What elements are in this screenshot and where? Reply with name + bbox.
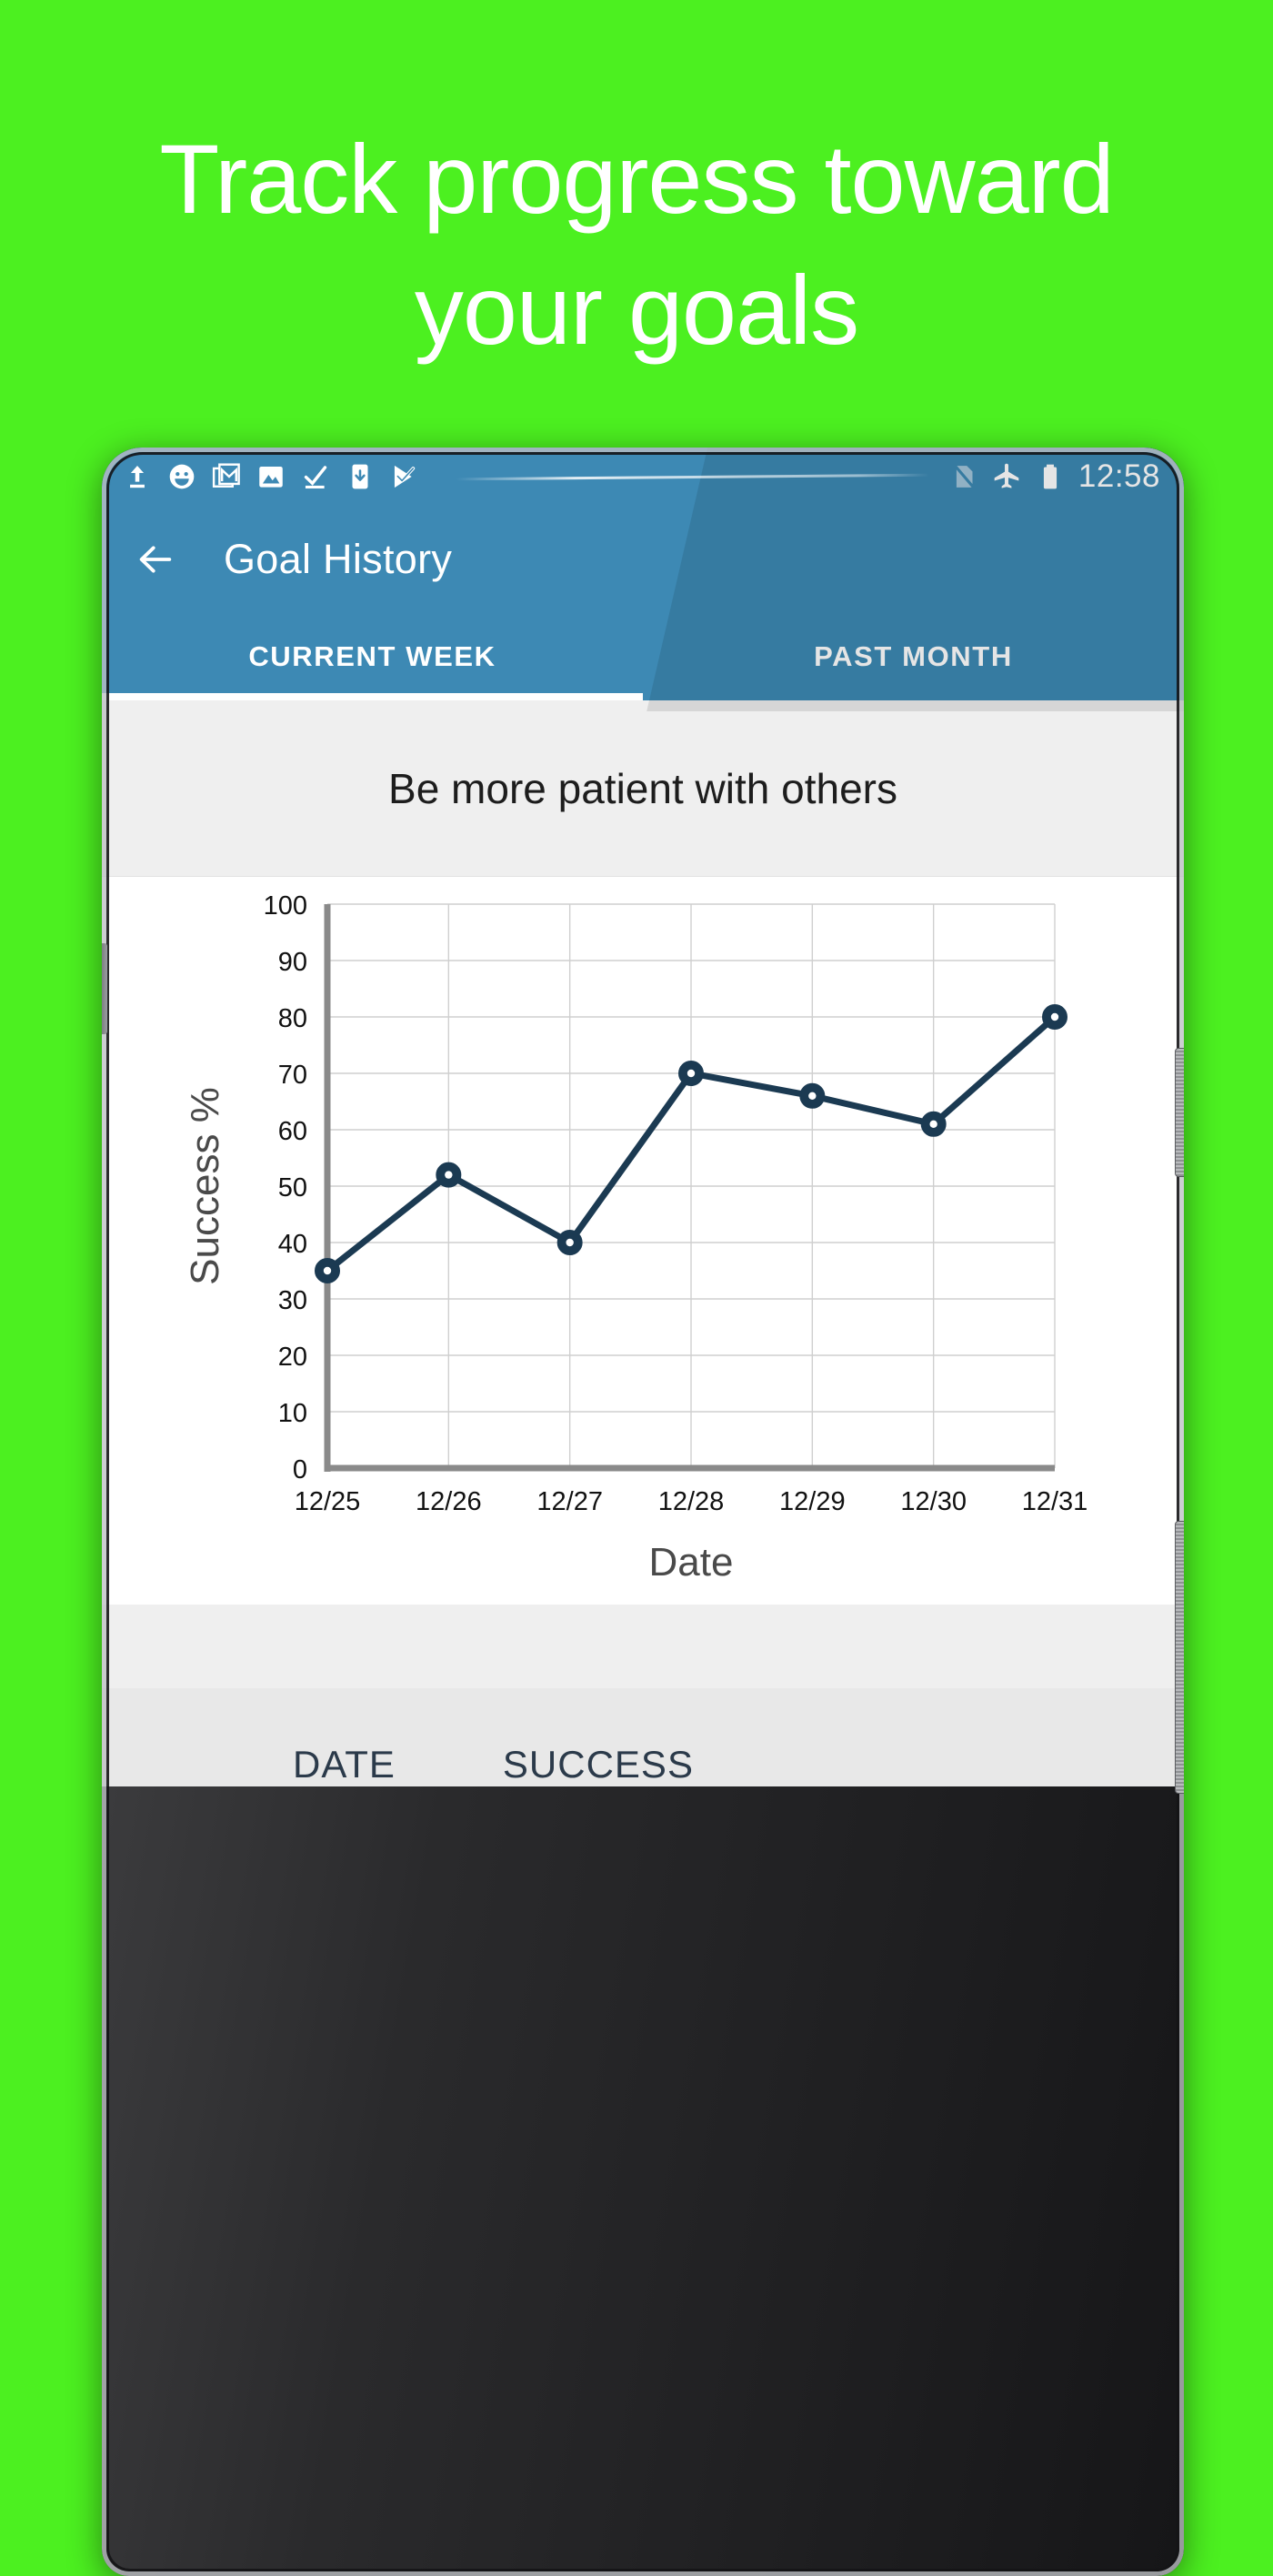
battery-icon (1043, 464, 1057, 489)
phone-mockup: 12:58 Goal History CURRENT WEEK PAST MON… (102, 448, 1184, 2576)
y-axis-tick-label: 60 (278, 1117, 307, 1146)
x-axis-tick-label: 12/27 (536, 1487, 603, 1516)
data-point-marker-center (687, 1069, 696, 1078)
y-axis-tick-label: 50 (278, 1173, 307, 1202)
data-point-marker-center (323, 1266, 332, 1275)
app-bar: Goal History (102, 506, 1184, 613)
gmail-icon (212, 463, 240, 488)
x-axis-tick-label: 12/31 (1022, 1487, 1088, 1516)
tab-content: Be more patient with others 0 10 20 30 40 50 6… (102, 700, 1184, 1786)
y-axis-tick-label: 80 (278, 1004, 307, 1033)
volume-rocker-button[interactable] (1175, 1521, 1184, 1794)
emoji-face-icon (169, 464, 195, 489)
status-bar-notification-icons (122, 461, 420, 492)
success-chart-card: 0 10 20 30 40 50 60 70 80 90 100 12/25 12/26 12/27 12/… (102, 877, 1184, 1605)
checkmark-underline-icon (304, 466, 327, 489)
photo-icon (259, 466, 283, 488)
goal-title: Be more patient with others (388, 764, 897, 812)
x-axis-tick-label: 12/26 (416, 1487, 482, 1516)
back-arrow-icon[interactable] (135, 538, 176, 580)
data-point-marker-center (445, 1171, 453, 1179)
y-axis-tick-label: 40 (278, 1230, 307, 1259)
goal-title-band: Be more patient with others (102, 700, 1184, 877)
history-table-header: DATE SUCCESS (102, 1688, 1184, 1786)
y-axis-title: Success % (183, 1087, 227, 1285)
x-axis-tick-label: 12/28 (658, 1487, 725, 1516)
left-side-button[interactable] (102, 943, 107, 1034)
x-axis-tick-label: 12/29 (779, 1487, 846, 1516)
play-check-icon (394, 465, 416, 488)
y-axis-tick-label: 0 (293, 1455, 307, 1484)
upload-icon (130, 465, 145, 488)
data-point-marker-center (808, 1092, 817, 1100)
column-header-success: SUCCESS (502, 1743, 694, 1786)
column-header-date: DATE (293, 1743, 396, 1786)
y-axis-tick-label: 90 (278, 948, 307, 977)
y-axis-tick-label: 30 (278, 1286, 307, 1315)
data-point-marker-center (566, 1238, 574, 1247)
tab-active-indicator (102, 693, 643, 700)
tab-current-week[interactable]: CURRENT WEEK (102, 613, 643, 700)
y-axis-tick-label: 20 (278, 1343, 307, 1372)
page-title: Goal History (224, 536, 453, 582)
tab-bar: CURRENT WEEK PAST MONTH (102, 613, 1184, 700)
status-bar-system-icons: 12:58 (947, 458, 1169, 495)
content-spacer (102, 1605, 1184, 1688)
y-axis-tick-label: 100 (264, 891, 307, 921)
no-sim-icon (953, 464, 975, 489)
x-axis-tick-label: 12/25 (295, 1487, 361, 1516)
x-axis-tick-label: 12/30 (900, 1487, 967, 1516)
success-line-chart: 0 10 20 30 40 50 60 70 80 90 100 12/25 12/26 12/27 12/… (183, 891, 1088, 1585)
x-axis-title: Date (649, 1540, 734, 1585)
y-axis-tick-label: 10 (278, 1399, 307, 1428)
data-point-marker-center (1050, 1012, 1059, 1021)
data-point-marker-center (929, 1120, 937, 1128)
y-axis-tick-label: 70 (278, 1061, 307, 1090)
power-button[interactable] (1175, 1048, 1184, 1177)
tab-past-month[interactable]: PAST MONTH (643, 613, 1184, 700)
status-bar-clock: 12:58 (1078, 458, 1160, 494)
phone-screen: 12:58 Goal History CURRENT WEEK PAST MON… (102, 448, 1184, 2576)
phone-download-icon (352, 464, 368, 489)
promo-headline: Track progress toward your goals (159, 124, 1114, 365)
airplane-mode-icon (994, 463, 1019, 488)
